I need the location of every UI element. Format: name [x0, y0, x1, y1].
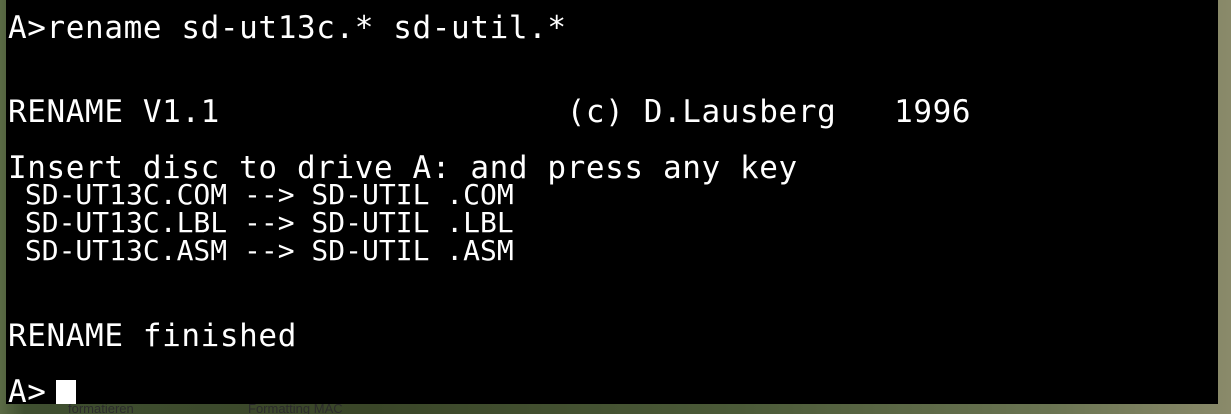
terminal-status-line: RENAME finished: [8, 318, 297, 354]
terminal-window[interactable]: A>rename sd-ut13c.* sd-util.* RENAME V1.…: [6, 0, 1218, 404]
terminal-rename-entry: SD-UT13C.COM --> SD-UTIL .COM: [8, 178, 514, 211]
desktop-background: formatieren Formatting MAC A>rename sd-u…: [0, 0, 1231, 414]
text-cursor: [56, 380, 76, 404]
terminal-program-banner: RENAME V1.1 (c) D.Lausberg 1996: [8, 94, 972, 130]
terminal-rename-entry: SD-UT13C.ASM --> SD-UTIL .ASM: [8, 234, 514, 267]
terminal-input-prompt[interactable]: A>: [8, 376, 47, 404]
background-caption: Formatting MAC: [248, 401, 343, 414]
background-caption: formatieren: [68, 401, 134, 414]
terminal-command-line: A>rename sd-ut13c.* sd-util.*: [8, 10, 567, 46]
terminal-rename-entry: SD-UT13C.LBL --> SD-UTIL .LBL: [8, 206, 514, 239]
